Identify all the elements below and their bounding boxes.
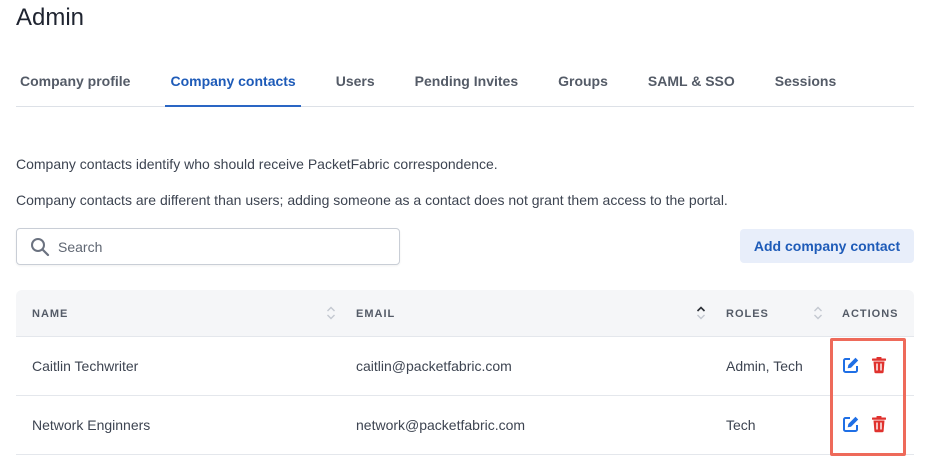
admin-page: Admin Company profile Company contacts U…	[0, 0, 926, 472]
search-box[interactable]	[16, 228, 400, 265]
trash-icon[interactable]	[870, 415, 888, 433]
contact-roles: Admin, Tech	[726, 358, 803, 374]
contacts-description-2: Company contacts are different than user…	[16, 192, 728, 208]
search-input[interactable]	[58, 231, 378, 262]
tab-sessions[interactable]: Sessions	[775, 56, 836, 106]
tab-users[interactable]: Users	[336, 56, 375, 106]
column-header-name[interactable]: NAME	[32, 290, 68, 337]
trash-icon[interactable]	[870, 356, 888, 374]
column-header-email[interactable]: EMAIL	[356, 290, 395, 337]
contact-email: network@packetfabric.com	[356, 417, 526, 433]
sort-ascending-icon[interactable]	[696, 305, 706, 321]
contact-name: Network Enginners	[32, 417, 151, 433]
tab-saml-sso[interactable]: SAML & SSO	[648, 56, 735, 106]
tab-groups[interactable]: Groups	[558, 56, 608, 106]
add-company-contact-button[interactable]: Add company contact	[740, 229, 914, 263]
tab-company-profile[interactable]: Company profile	[20, 56, 130, 106]
contacts-description-1: Company contacts identify who should rec…	[16, 156, 498, 172]
contacts-table: NAME EMAIL ROLES ACTIONS Caitlin Techwri…	[16, 290, 914, 472]
page-title: Admin	[16, 4, 85, 31]
column-header-roles[interactable]: ROLES	[726, 290, 769, 337]
admin-tabs: Company profile Company contacts Users P…	[16, 56, 914, 107]
table-row: Network Enginners network@packetfabric.c…	[16, 396, 914, 455]
tab-company-contacts[interactable]: Company contacts	[165, 56, 301, 107]
sort-icon[interactable]	[326, 305, 336, 321]
table-row: Caitlin Techwriter caitlin@packetfabric.…	[16, 337, 914, 396]
contact-name: Caitlin Techwriter	[32, 358, 139, 374]
sort-icon[interactable]	[813, 305, 823, 321]
edit-icon[interactable]	[842, 415, 860, 433]
search-icon	[30, 237, 50, 257]
column-header-actions: ACTIONS	[842, 307, 899, 320]
tab-pending-invites[interactable]: Pending Invites	[415, 56, 518, 106]
contact-roles: Tech	[726, 417, 756, 433]
edit-icon[interactable]	[842, 356, 860, 374]
contact-email: caitlin@packetfabric.com	[356, 358, 512, 374]
table-header: NAME EMAIL ROLES ACTIONS	[16, 290, 914, 337]
